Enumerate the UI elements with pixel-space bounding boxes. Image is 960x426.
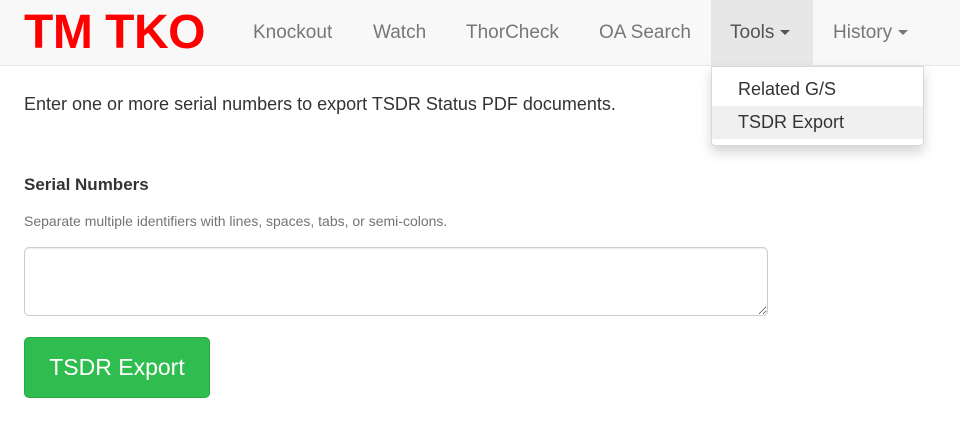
serial-numbers-help: Separate multiple identifiers with lines… [24,213,448,229]
nav-watch[interactable]: Watch [353,0,446,65]
caret-down-icon [780,30,791,36]
tools-dropdown-menu: Related G/S TSDR Export [711,66,924,146]
nav-knockout[interactable]: Knockout [233,0,352,65]
nav-tools-label: Tools [730,22,775,43]
caret-down-icon [898,30,909,36]
nav-oa-search[interactable]: OA Search [579,0,711,65]
serial-numbers-input[interactable] [24,247,768,316]
menu-item-tsdr-export[interactable]: TSDR Export [712,106,923,139]
serial-numbers-label: Serial Numbers [24,175,149,194]
nav-history-dropdown[interactable]: History [813,0,928,65]
nav-thorcheck[interactable]: ThorCheck [446,0,579,65]
menu-item-related-gs[interactable]: Related G/S [712,73,923,106]
tsdr-export-button[interactable]: TSDR Export [24,337,210,398]
page-intro: Enter one or more serial numbers to expo… [24,94,616,114]
nav-tools-dropdown[interactable]: Tools [711,0,813,65]
brand-logo[interactable]: TM TKO [24,6,205,60]
nav-history-label: History [833,22,893,43]
navbar: TM TKO Knockout Watch ThorCheck OA Searc… [0,0,960,66]
